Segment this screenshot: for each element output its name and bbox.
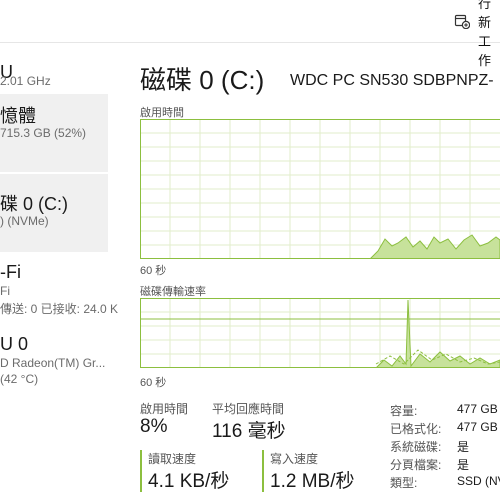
property-capacity-value: 477 GB	[457, 402, 498, 416]
active-time-graph-label: 啟用時間	[140, 107, 184, 119]
sidebar-item-cpu[interactable]: U 2.01 GHz	[0, 58, 108, 98]
sidebar-item-title: -Fi	[0, 262, 21, 282]
sidebar-item-subtitle: Fi	[0, 284, 10, 298]
property-page-file-label: 分頁檔案:	[390, 458, 442, 472]
property-type-value: SSD (NV	[457, 474, 500, 488]
transfer-rate-graph	[140, 298, 500, 368]
sidebar-item-subtitle: D Radeon(TM) Gr...	[0, 356, 106, 370]
active-time-value: 8%	[140, 416, 168, 437]
read-speed-value: 4.1 KB/秒	[148, 471, 230, 492]
property-system-disk-value: 是	[457, 440, 470, 454]
write-speed-label: 寫入速度	[270, 452, 319, 466]
run-task-label: 執行新工作	[478, 0, 492, 68]
write-speed-indicator	[262, 450, 264, 492]
property-page-file-value: 是	[457, 458, 470, 472]
sidebar-item-title: U 0	[0, 334, 29, 354]
page-title: 磁碟 0 (C:)	[140, 65, 265, 95]
active-time-graph	[140, 119, 500, 259]
run-new-task-button[interactable]: 執行新工作	[454, 0, 500, 68]
write-speed-value: 1.2 MB/秒	[270, 471, 355, 492]
sidebar-item-disk0[interactable]: 碟 0 (C:) ) (NVMe)	[0, 174, 108, 252]
avg-response-value: 116 毫秒	[212, 421, 286, 442]
property-formatted-label: 已格式化:	[390, 422, 442, 436]
sidebar-item-gpu0[interactable]: U 0 D Radeon(TM) Gr... (42 °C)	[0, 326, 108, 402]
property-formatted-value: 477 GB	[457, 420, 498, 434]
top-bar: 執行新工作	[0, 0, 500, 68]
read-speed-indicator	[140, 450, 142, 492]
property-capacity-label: 容量:	[390, 404, 418, 418]
property-system-disk-label: 系統磁碟:	[390, 440, 442, 454]
active-time-label: 啟用時間	[140, 402, 189, 416]
read-speed-label: 讀取速度	[148, 452, 197, 466]
transfer-rate-graph-label: 磁碟傳輸速率	[140, 286, 206, 298]
run-task-icon	[454, 13, 470, 29]
sidebar-item-memory[interactable]: 憶體 715.3 GB (52%)	[0, 94, 108, 172]
sidebar: U 2.01 GHz 憶體 715.3 GB (52%) 碟 0 (C:) ) …	[0, 42, 126, 500]
sidebar-item-subtitle: ) (NVMe)	[0, 214, 49, 228]
sidebar-item-title: 碟 0 (C:)	[0, 194, 69, 214]
sidebar-item-subtitle: 715.3 GB (52%)	[0, 126, 87, 140]
disk-model-name: WDC PC SN530 SDBPNPZ-	[290, 72, 494, 89]
sidebar-item-wifi[interactable]: -Fi Fi 傳送: 0 已接收: 24.0 K	[0, 254, 118, 324]
sidebar-item-subtitle: 2.01 GHz	[0, 74, 51, 88]
sidebar-item-subtitle-2: (42 °C)	[0, 372, 39, 386]
avg-response-label: 平均回應時間	[212, 402, 285, 416]
transfer-rate-graph-time-label: 60 秒	[140, 377, 167, 389]
sidebar-item-title: 憶體	[0, 106, 36, 126]
property-type-label: 類型:	[390, 476, 418, 490]
active-time-graph-time-label: 60 秒	[140, 265, 167, 277]
sidebar-item-subtitle-2: 傳送: 0 已接收: 24.0 K	[0, 302, 119, 316]
